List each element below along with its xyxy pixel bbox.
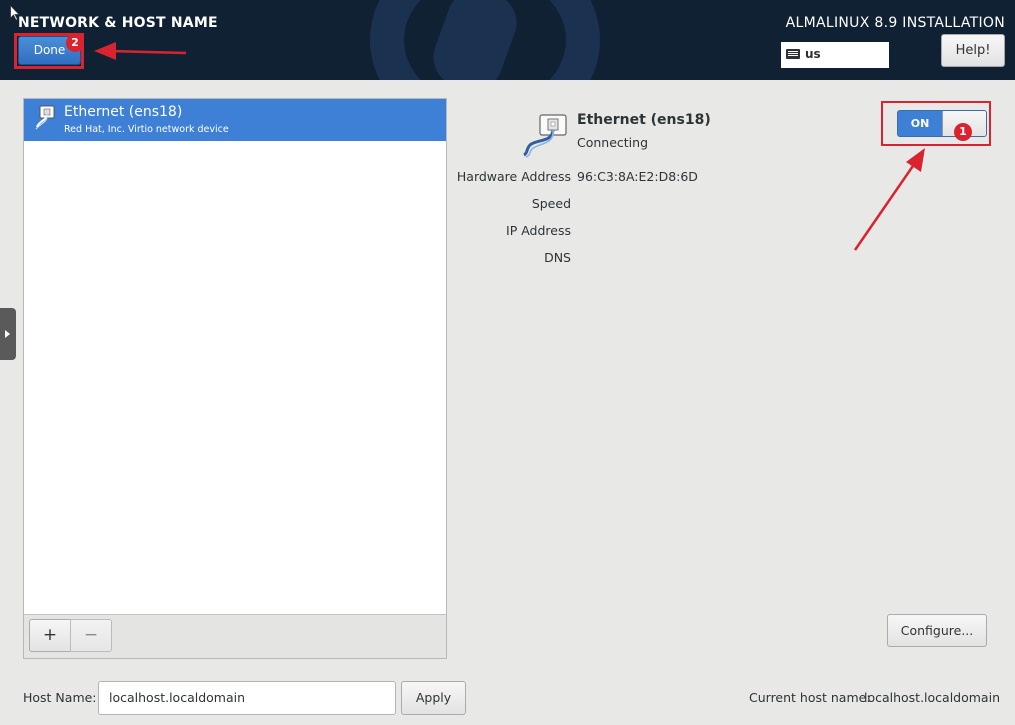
hardware-address-label: Hardware Address bbox=[456, 169, 571, 184]
spoke-title: NETWORK & HOST NAME bbox=[18, 15, 218, 31]
side-panel-expander[interactable] bbox=[0, 308, 16, 360]
hardware-address-value: 96:C3:8A:E2:D8:6D bbox=[577, 169, 698, 184]
ip-address-label: IP Address bbox=[506, 223, 571, 238]
keyboard-icon bbox=[786, 49, 800, 59]
ethernet-device-icon bbox=[523, 114, 567, 158]
keyboard-layout-indicator[interactable]: us bbox=[781, 42, 889, 68]
help-button[interactable]: Help! bbox=[941, 34, 1005, 67]
current-host-name-label: Current host name: bbox=[749, 690, 871, 705]
host-name-input[interactable]: localhost.localdomain bbox=[98, 681, 396, 715]
configure-button[interactable]: Configure... bbox=[887, 614, 987, 647]
ethernet-cable-icon bbox=[35, 105, 55, 130]
device-detail-status: Connecting bbox=[577, 135, 649, 150]
step-2-badge: 2 bbox=[66, 34, 84, 52]
arrow-to-toggle-icon bbox=[853, 148, 925, 251]
add-device-button[interactable]: + bbox=[29, 619, 71, 652]
product-title: ALMALINUX 8.9 INSTALLATION bbox=[785, 15, 1005, 31]
device-name: Ethernet (ens18) bbox=[64, 104, 183, 120]
toggle-on-label: ON bbox=[910, 117, 930, 130]
remove-device-button[interactable]: − bbox=[70, 619, 112, 652]
header-bar bbox=[0, 0, 1015, 80]
apply-button[interactable]: Apply bbox=[401, 681, 466, 715]
device-list-toolbar: + − bbox=[24, 614, 446, 658]
device-list-panel: Ethernet (ens18) Red Hat, Inc. Virtio ne… bbox=[23, 98, 447, 659]
device-detail-name: Ethernet (ens18) bbox=[577, 112, 711, 128]
speed-label: Speed bbox=[531, 196, 571, 211]
connection-toggle-switch[interactable]: ON bbox=[897, 110, 987, 137]
device-description: Red Hat, Inc. Virtio network device bbox=[64, 124, 229, 135]
keyboard-layout-label: us bbox=[805, 47, 821, 61]
step-1-badge: 1 bbox=[954, 123, 972, 141]
host-name-label: Host Name: bbox=[23, 690, 97, 705]
device-list-item[interactable]: Ethernet (ens18) Red Hat, Inc. Virtio ne… bbox=[24, 99, 446, 141]
current-host-name-value: localhost.localdomain bbox=[863, 690, 1000, 705]
dns-label: DNS bbox=[544, 250, 571, 265]
